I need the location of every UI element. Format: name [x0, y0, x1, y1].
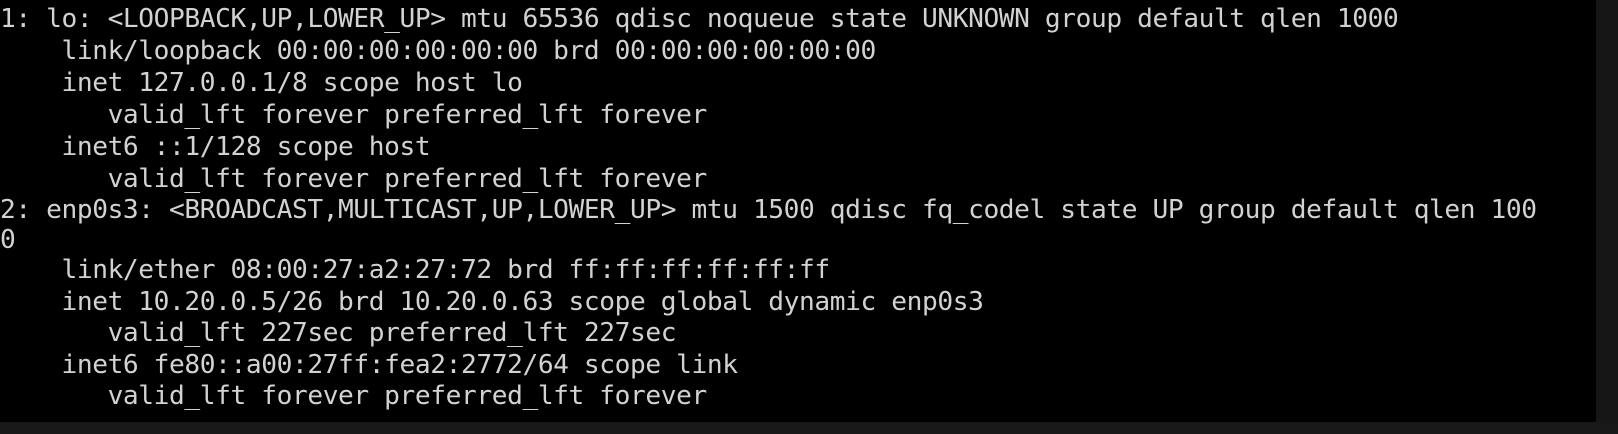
terminal-right-gutter [1596, 0, 1618, 434]
terminal-line-lo-inet6: inet6 ::1/128 scope host [0, 132, 431, 162]
terminal-line-enp0s3-inet-lifetime: valid_lft 227sec preferred_lft 227sec [0, 318, 677, 348]
terminal-line-lo-inet-lifetime: valid_lft forever preferred_lft forever [0, 100, 708, 130]
terminal-line-enp0s3-header: 2: enp0s3: <BROADCAST,MULTICAST,UP,LOWER… [0, 195, 1537, 225]
terminal-line-enp0s3-header-wrap: 0 [0, 225, 16, 255]
terminal-output[interactable]: 1: lo: <LOOPBACK,UP,LOWER_UP> mtu 65536 … [0, 0, 1596, 422]
terminal-line-enp0s3-link: link/ether 08:00:27:a2:27:72 brd ff:ff:f… [0, 255, 830, 285]
terminal-line-enp0s3-inet6: inet6 fe80::a00:27ff:fea2:2772/64 scope … [0, 350, 738, 380]
terminal-line-enp0s3-inet: inet 10.20.0.5/26 brd 10.20.0.63 scope g… [0, 287, 984, 317]
terminal-line-enp0s3-inet6-lifetime: valid_lft forever preferred_lft forever [0, 381, 708, 411]
terminal-bottom-gutter [0, 422, 1618, 434]
terminal-line-lo-link: link/loopback 00:00:00:00:00:00 brd 00:0… [0, 36, 876, 66]
terminal-line-lo-header: 1: lo: <LOOPBACK,UP,LOWER_UP> mtu 65536 … [0, 4, 1399, 34]
terminal-line-lo-inet: inet 127.0.0.1/8 scope host lo [0, 68, 523, 98]
terminal-window[interactable]: 1: lo: <LOOPBACK,UP,LOWER_UP> mtu 65536 … [0, 0, 1596, 422]
terminal-line-lo-inet6-lifetime: valid_lft forever preferred_lft forever [0, 164, 708, 194]
